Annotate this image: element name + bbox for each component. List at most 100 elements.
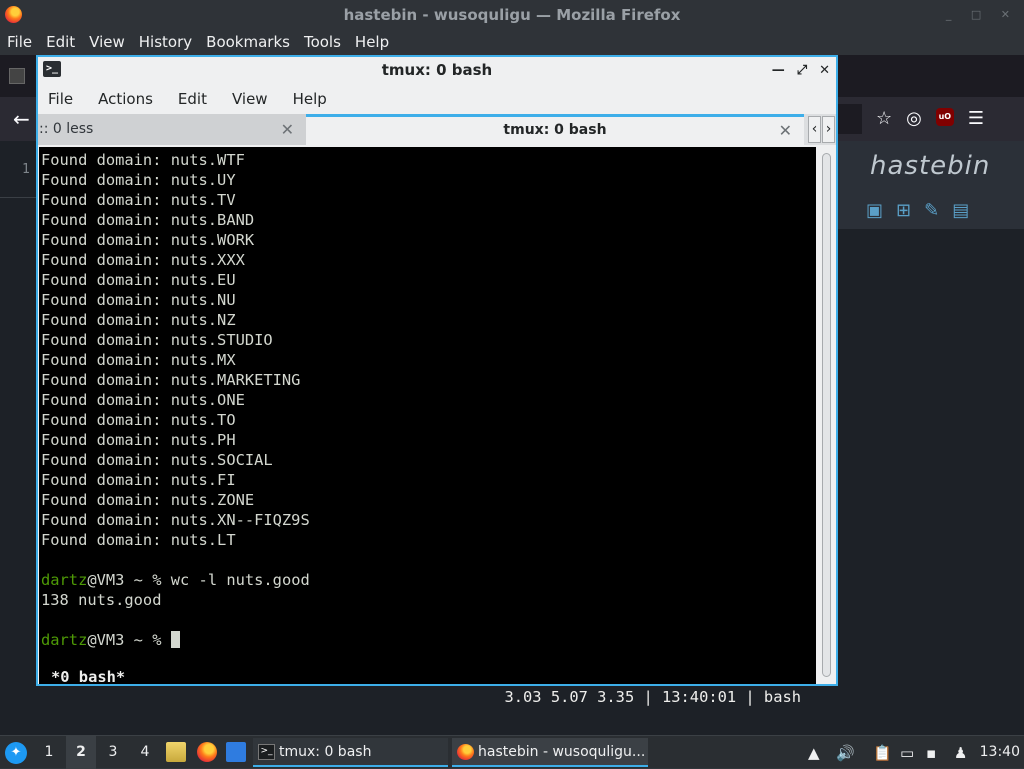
firefox-menu-edit[interactable]: Edit bbox=[46, 30, 75, 55]
konsole-menu-edit[interactable]: Edit bbox=[178, 84, 207, 114]
terminal-line: Found domain: nuts.ZONE bbox=[41, 491, 255, 509]
network-icon[interactable]: ▭ bbox=[900, 744, 914, 762]
task-tmux-bash[interactable]: >_ tmux: 0 bash bbox=[253, 738, 448, 767]
prompt-user: dartz bbox=[41, 571, 88, 589]
konsole-menu-view[interactable]: View bbox=[232, 84, 268, 114]
scrollbar-thumb[interactable] bbox=[822, 153, 831, 677]
firefox-menu-file[interactable]: File bbox=[7, 30, 32, 55]
duplicate-edit-icon[interactable]: ✎ bbox=[924, 200, 939, 221]
firefox-menubar: File Edit View History Bookmarks Tools H… bbox=[0, 30, 1024, 55]
terminal-line: Found domain: nuts.XXX bbox=[41, 251, 245, 269]
firefox-tab-favicon-icon[interactable] bbox=[9, 68, 25, 84]
terminal-app-icon: >_ bbox=[43, 61, 61, 77]
task-label: tmux: 0 bash bbox=[279, 744, 372, 760]
terminal-scrollbar[interactable] bbox=[818, 147, 836, 684]
firefox-launcher-icon[interactable] bbox=[197, 742, 217, 762]
volume-icon[interactable]: 🔊 bbox=[836, 744, 855, 762]
editor-line-number: 1 bbox=[22, 162, 30, 177]
tmux-status-info: 3.03 5.07 3.35 | 13:40:01 | bash bbox=[504, 688, 801, 706]
prompt-host: @VM3 ~ % bbox=[87, 571, 171, 589]
close-icon[interactable]: ✕ bbox=[819, 57, 830, 84]
hastebin-logo: hastebin bbox=[870, 151, 991, 181]
firefox-menu-tools[interactable]: Tools bbox=[304, 30, 341, 55]
tab-scroll-right-icon[interactable]: › bbox=[822, 116, 835, 143]
desktop-4[interactable]: 4 bbox=[130, 736, 160, 769]
tab-tmux-bash[interactable]: tmux: 0 bash ✕ bbox=[306, 114, 804, 145]
tab-close-icon[interactable]: ✕ bbox=[779, 117, 792, 144]
terminal-line: Found domain: nuts.TV bbox=[41, 191, 236, 209]
konsole-menu-help[interactable]: Help bbox=[293, 84, 327, 114]
terminal-command: wc -l nuts.good bbox=[170, 571, 310, 589]
terminal-task-icon: >_ bbox=[258, 744, 275, 760]
terminal-line: Found domain: nuts.TO bbox=[41, 411, 236, 429]
terminal-line: Found domain: nuts.STUDIO bbox=[41, 331, 273, 349]
terminal-output[interactable]: Found domain: nuts.WTF Found domain: nuts… bbox=[39, 147, 816, 684]
konsole-window: >_ tmux: 0 bash — ⤢ ✕ File Actions Edit … bbox=[36, 55, 838, 706]
application-launcher-icon[interactable]: ✦ bbox=[5, 742, 27, 764]
bookmark-star-icon[interactable]: ☆ bbox=[876, 108, 892, 129]
taskbar: ✦ 1 2 3 4 >_ tmux: 0 bash hastebin - wus… bbox=[0, 735, 1024, 769]
terminal-line: Found domain: nuts.PH bbox=[41, 431, 236, 449]
terminal-line: Found domain: nuts.MX bbox=[41, 351, 236, 369]
firefox-window-title: hastebin - wusoquligu — Mozilla Firefox bbox=[343, 6, 681, 24]
incognito-glasses-icon[interactable]: ◎ bbox=[906, 108, 922, 129]
ublock-origin-icon[interactable]: uO bbox=[935, 108, 954, 126]
tab-label: :: 0 less bbox=[39, 121, 94, 137]
firefox-window-controls[interactable]: _ □ ✕ bbox=[946, 0, 1018, 30]
tab-scroll-left-icon[interactable]: ‹ bbox=[808, 116, 821, 143]
konsole-window-title: tmux: 0 bash bbox=[381, 61, 493, 79]
tab-less[interactable]: :: 0 less ✕ bbox=[38, 114, 306, 145]
task-hastebin[interactable]: hastebin - wusoquligu... bbox=[452, 738, 648, 767]
tab-close-icon[interactable]: ✕ bbox=[281, 114, 294, 145]
terminal-command-output: 138 nuts.good bbox=[41, 591, 162, 609]
clock: 13:40 bbox=[979, 744, 1020, 760]
notification-icon[interactable]: ▪ bbox=[926, 744, 936, 762]
editor-gutter-divider bbox=[0, 197, 36, 198]
tray-updates-icon[interactable]: ▲ bbox=[808, 744, 820, 762]
save-icon[interactable]: ▣ bbox=[866, 200, 883, 221]
firefox-menu-bookmarks[interactable]: Bookmarks bbox=[206, 30, 290, 55]
tmux-status-bar: *0 bash* 3.03 5.07 3.35 | 13:40:01 | bas… bbox=[39, 647, 816, 706]
terminal-line: Found domain: nuts.FI bbox=[41, 471, 236, 489]
terminal-line: Found domain: nuts.NZ bbox=[41, 311, 236, 329]
tmux-window-name: *0 bash* bbox=[51, 668, 126, 686]
terminal-line: Found domain: nuts.UY bbox=[41, 171, 236, 189]
user-switch-icon[interactable]: ♟ bbox=[954, 744, 967, 762]
terminal-command-line: dartz@VM3 ~ % wc -l nuts.good bbox=[41, 570, 816, 590]
desktop-2[interactable]: 2 bbox=[66, 736, 96, 769]
terminal-line: Found domain: nuts.MARKETING bbox=[41, 371, 301, 389]
clipboard-icon[interactable]: 📋 bbox=[873, 744, 892, 762]
firefox-menu-history[interactable]: History bbox=[139, 30, 192, 55]
back-arrow-icon[interactable]: ← bbox=[13, 107, 30, 131]
window-launcher-icon[interactable] bbox=[226, 742, 246, 762]
firefox-toolbar-icons: ☆ ◎ uO ☰ bbox=[876, 108, 984, 129]
new-document-icon[interactable]: ⊞ bbox=[896, 200, 911, 221]
tab-label: tmux: 0 bash bbox=[503, 122, 607, 138]
terminal-line: Found domain: nuts.BAND bbox=[41, 211, 255, 229]
hamburger-menu-icon[interactable]: ☰ bbox=[968, 108, 984, 129]
terminal-lines: Found domain: nuts.WTF Found domain: nuts… bbox=[41, 150, 816, 550]
konsole-titlebar: >_ tmux: 0 bash — ⤢ ✕ bbox=[38, 57, 836, 84]
konsole-menu-file[interactable]: File bbox=[48, 84, 73, 114]
firefox-menu-help[interactable]: Help bbox=[355, 30, 389, 55]
hastebin-toolbar: ▣ ⊞ ✎ ▤ bbox=[866, 200, 969, 221]
desktop-1[interactable]: 1 bbox=[34, 736, 64, 769]
terminal-line: Found domain: nuts.ONE bbox=[41, 391, 245, 409]
terminal-line: Found domain: nuts.SOCIAL bbox=[41, 451, 273, 469]
firefox-urlbar[interactable] bbox=[838, 104, 862, 134]
terminal-line: Found domain: nuts.EU bbox=[41, 271, 236, 289]
firefox-logo-icon bbox=[5, 6, 22, 23]
desktop-3[interactable]: 3 bbox=[98, 736, 128, 769]
konsole-tabbar: :: 0 less ✕ tmux: 0 bash ✕ ‹ › bbox=[38, 114, 836, 145]
konsole-menu-actions[interactable]: Actions bbox=[98, 84, 153, 114]
maximize-icon[interactable]: ⤢ bbox=[797, 57, 807, 84]
firefox-menu-view[interactable]: View bbox=[89, 30, 125, 55]
konsole-menubar: File Actions Edit View Help bbox=[38, 84, 836, 114]
firefox-task-icon bbox=[457, 744, 474, 760]
minimize-icon[interactable]: — bbox=[772, 57, 785, 84]
terminal-line: Found domain: nuts.NU bbox=[41, 291, 236, 309]
raw-text-icon[interactable]: ▤ bbox=[952, 200, 969, 221]
file-manager-icon[interactable] bbox=[166, 742, 186, 762]
